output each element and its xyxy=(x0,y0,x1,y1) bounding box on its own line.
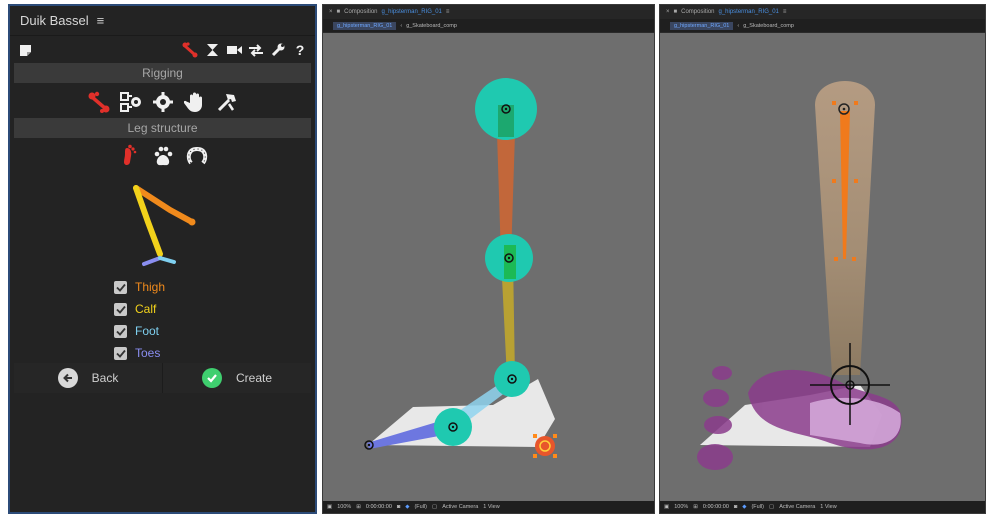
comp-viewport[interactable] xyxy=(323,33,654,501)
region-icon[interactable]: ▢ xyxy=(432,504,437,510)
composition-panel-right: × ■ Composition g_hipsterman_RIG_01 ≡ g_… xyxy=(659,4,986,514)
tab-separator-icon: ‹ xyxy=(737,22,740,29)
bone-links-icon[interactable] xyxy=(87,90,111,114)
comp-tab-skateboard[interactable]: g_Skateboard_comp xyxy=(406,23,457,29)
region-icon[interactable]: ▢ xyxy=(769,504,774,510)
thigh-checkbox[interactable] xyxy=(114,280,127,294)
note-icon[interactable] xyxy=(14,41,36,59)
comp-tab-rig[interactable]: g_hipsterman_RIG_01 xyxy=(333,21,397,30)
camera-select[interactable]: Active Camera xyxy=(779,504,815,510)
timecode[interactable]: 0:00:00:00 xyxy=(703,504,729,510)
viewer-options-icon[interactable]: ▣ xyxy=(664,504,669,510)
help-icon[interactable]: ? xyxy=(289,41,311,59)
comp-menu-icon[interactable]: ≡ xyxy=(783,9,787,15)
leg-structure-section-bar: Leg structure xyxy=(14,118,311,138)
comp-tab-rig[interactable]: g_hipsterman_RIG_01 xyxy=(670,21,734,30)
thigh-label: Thigh xyxy=(135,280,166,294)
swap-icon[interactable] xyxy=(245,41,267,59)
comp-header-prefix: Composition xyxy=(344,9,378,15)
close-icon[interactable]: × xyxy=(666,9,670,15)
calf-label: Calf xyxy=(135,302,157,316)
lock-icon[interactable]: ■ xyxy=(674,9,678,15)
viewer-options-icon[interactable]: ▣ xyxy=(327,504,332,510)
lock-icon[interactable]: ■ xyxy=(337,9,341,15)
paw-icon[interactable] xyxy=(151,144,175,168)
timecode[interactable]: 0:00:00:00 xyxy=(366,504,392,510)
action-bar: Back Create xyxy=(14,363,311,393)
comp-header: × ■ Composition g_hipsterman_RIG_01 ≡ xyxy=(323,5,654,19)
screenshot-root: Duik Bassel ≡ ? Rigging Leg structure Th… xyxy=(0,0,1000,518)
foot-icon[interactable] xyxy=(117,144,141,168)
view-layout[interactable]: 1 View xyxy=(820,504,836,510)
resolution[interactable]: (Full) xyxy=(414,504,427,510)
resolution[interactable]: (Full) xyxy=(751,504,764,510)
comp-tab-skateboard[interactable]: g_Skateboard_comp xyxy=(743,23,794,29)
comp-tab-strip: g_hipsterman_RIG_01 ‹ g_Skateboard_comp xyxy=(660,19,985,32)
toes-option[interactable]: Toes xyxy=(114,342,165,364)
wrench-icon[interactable] xyxy=(267,41,289,59)
snapshot-icon[interactable]: ◙ xyxy=(397,504,400,510)
hammer-icon[interactable] xyxy=(215,90,239,114)
panel-title-bar: Duik Bassel ≡ xyxy=(10,6,315,36)
limb-checklist: Thigh Calf Foot Toes xyxy=(114,276,165,364)
comp-footer: ▣ 100% ⊞ 0:00:00:00 ◙ ◆ (Full) ▢ Active … xyxy=(323,501,654,513)
comp-menu-icon[interactable]: ≡ xyxy=(446,9,450,15)
artwork-canvas xyxy=(697,81,902,470)
horseshoe-icon[interactable] xyxy=(185,144,209,168)
color-icon[interactable]: ◆ xyxy=(405,504,409,510)
back-label: Back xyxy=(91,371,119,385)
leg-type-icon-row xyxy=(10,144,315,168)
foot-checkbox[interactable] xyxy=(114,324,127,338)
rigging-icon-row xyxy=(10,90,315,114)
create-button[interactable]: Create xyxy=(162,363,311,393)
duik-toolbar: ? xyxy=(14,40,311,60)
tab-separator-icon: ‹ xyxy=(400,22,403,29)
rig-canvas xyxy=(364,78,557,458)
cog-icon[interactable] xyxy=(151,90,175,114)
snapshot-icon[interactable]: ◙ xyxy=(734,504,737,510)
create-label: Create xyxy=(235,371,273,385)
toes-checkbox[interactable] xyxy=(114,346,127,360)
rigging-section-bar: Rigging xyxy=(14,63,311,83)
grid-icon[interactable]: ⊞ xyxy=(356,504,361,510)
comp-viewport[interactable] xyxy=(660,33,985,501)
panel-title: Duik Bassel xyxy=(20,13,89,28)
toes-label: Toes xyxy=(135,346,161,360)
comp-header: × ■ Composition g_hipsterman_RIG_01 ≡ xyxy=(660,5,985,19)
heel-controller xyxy=(533,434,557,458)
camera-icon[interactable] xyxy=(223,41,245,59)
foot-option[interactable]: Foot xyxy=(114,320,165,342)
grid-icon[interactable]: ⊞ xyxy=(693,504,698,510)
composition-panel-left: × ■ Composition g_hipsterman_RIG_01 ≡ g_… xyxy=(322,4,655,514)
duik-panel: Duik Bassel ≡ ? Rigging Leg structure Th… xyxy=(8,4,317,514)
panel-menu-icon[interactable]: ≡ xyxy=(97,13,105,28)
calf-checkbox[interactable] xyxy=(114,302,127,316)
zoom-level[interactable]: 100% xyxy=(337,504,351,510)
comp-tab-strip: g_hipsterman_RIG_01 ‹ g_Skateboard_comp xyxy=(323,19,654,32)
comp-header-name: g_hipsterman_RIG_01 xyxy=(381,9,442,15)
foot-label: Foot xyxy=(135,324,160,338)
hand-icon[interactable] xyxy=(183,90,207,114)
hourglass-icon[interactable] xyxy=(201,41,223,59)
bone-icon[interactable] xyxy=(179,41,201,59)
leg-structure-preview xyxy=(133,185,196,266)
calf-option[interactable]: Calf xyxy=(114,298,165,320)
comp-footer: ▣ 100% ⊞ 0:00:00:00 ◙ ◆ (Full) ▢ Active … xyxy=(660,501,985,513)
create-check-icon xyxy=(201,368,222,388)
close-icon[interactable]: × xyxy=(329,9,333,15)
view-layout[interactable]: 1 View xyxy=(483,504,499,510)
back-arrow-icon xyxy=(57,368,78,388)
automation-icon[interactable] xyxy=(119,90,143,114)
zoom-level[interactable]: 100% xyxy=(674,504,688,510)
comp-header-name: g_hipsterman_RIG_01 xyxy=(718,9,779,15)
color-icon[interactable]: ◆ xyxy=(742,504,746,510)
comp-header-prefix: Composition xyxy=(681,9,715,15)
back-button[interactable]: Back xyxy=(14,363,162,393)
camera-select[interactable]: Active Camera xyxy=(442,504,478,510)
thigh-option[interactable]: Thigh xyxy=(114,276,165,298)
